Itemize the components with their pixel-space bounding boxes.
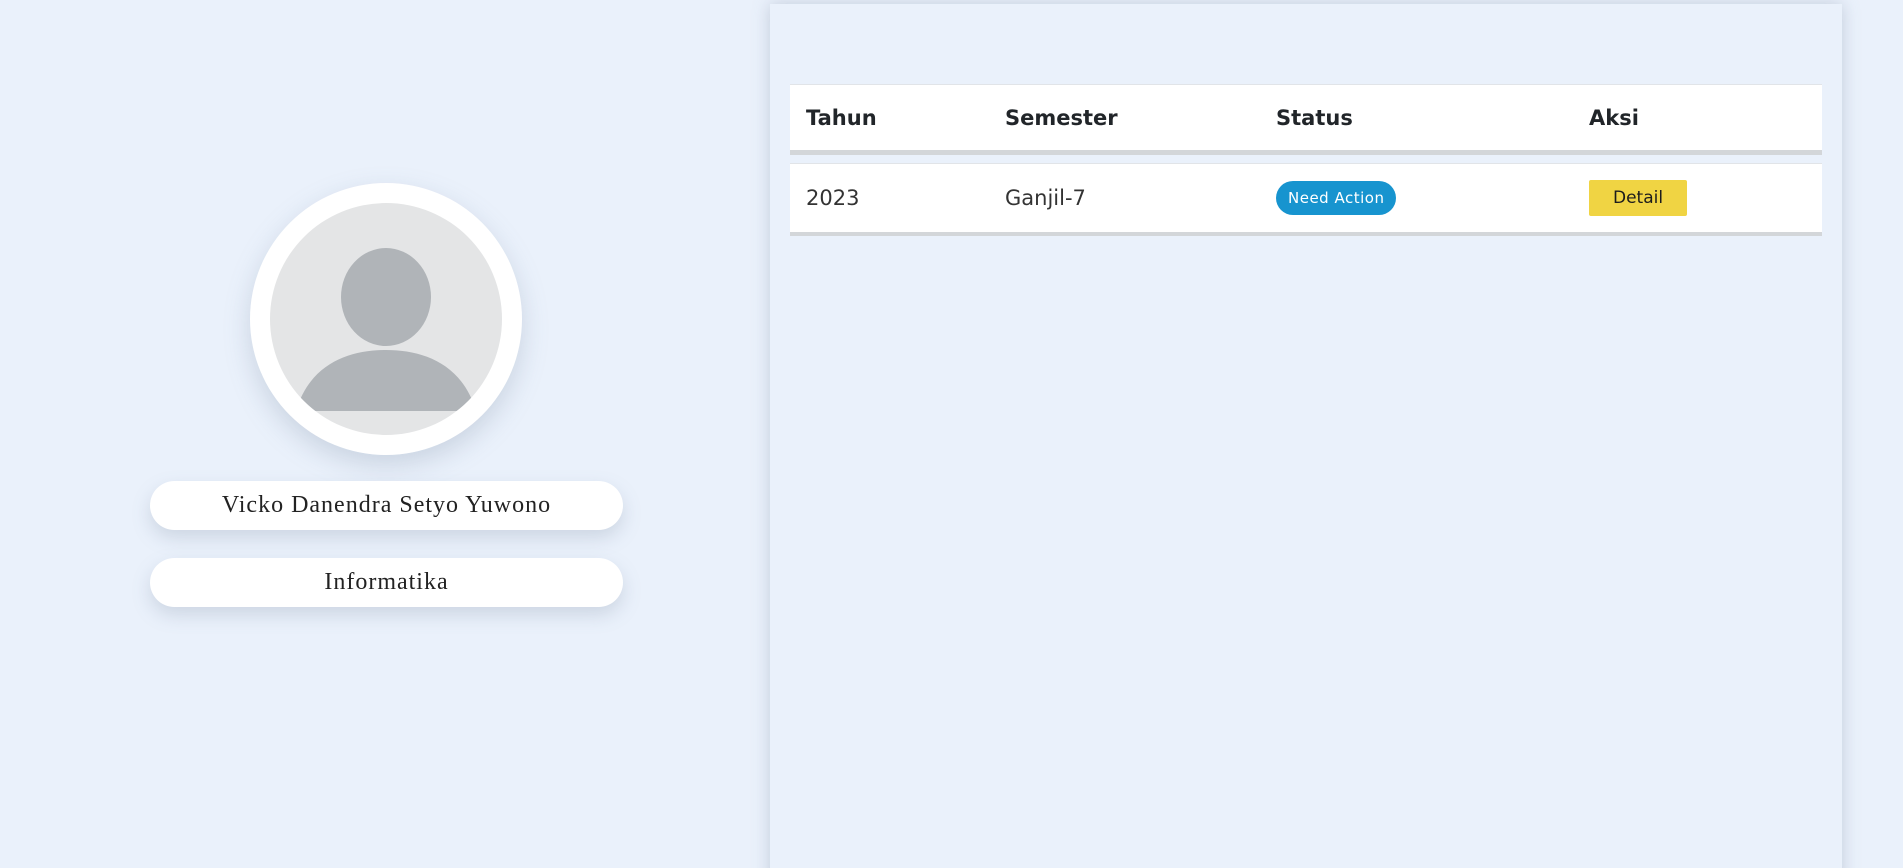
table-header: Tahun Semester Status Aksi bbox=[790, 84, 1822, 155]
header-aksi: Aksi bbox=[1589, 105, 1639, 130]
student-name: Vicko Danendra Setyo Yuwono bbox=[150, 481, 623, 530]
profile-section: Vicko Danendra Setyo Yuwono Informatika bbox=[0, 0, 770, 868]
main-panel: Tahun Semester Status Aksi 2023 Ganjil-7… bbox=[770, 4, 1842, 868]
user-silhouette-icon bbox=[270, 203, 502, 435]
study-program: Informatika bbox=[150, 558, 623, 607]
semester-table: Tahun Semester Status Aksi 2023 Ganjil-7… bbox=[790, 84, 1822, 236]
cell-status: Need Action bbox=[1276, 164, 1397, 232]
avatar bbox=[250, 183, 522, 455]
table-row: 2023 Ganjil-7 Need Action Detail bbox=[790, 163, 1822, 236]
detail-button[interactable]: Detail bbox=[1589, 180, 1688, 216]
page: Vicko Danendra Setyo Yuwono Informatika … bbox=[0, 0, 1903, 868]
header-tahun: Tahun bbox=[806, 105, 877, 130]
header-status: Status bbox=[1276, 105, 1353, 130]
header-semester: Semester bbox=[1005, 105, 1118, 130]
avatar-svg bbox=[296, 248, 476, 411]
cell-tahun: 2023 bbox=[806, 186, 860, 210]
cell-aksi: Detail bbox=[1589, 164, 1688, 232]
status-badge: Need Action bbox=[1276, 181, 1397, 215]
cell-semester: Ganjil-7 bbox=[1005, 186, 1086, 210]
